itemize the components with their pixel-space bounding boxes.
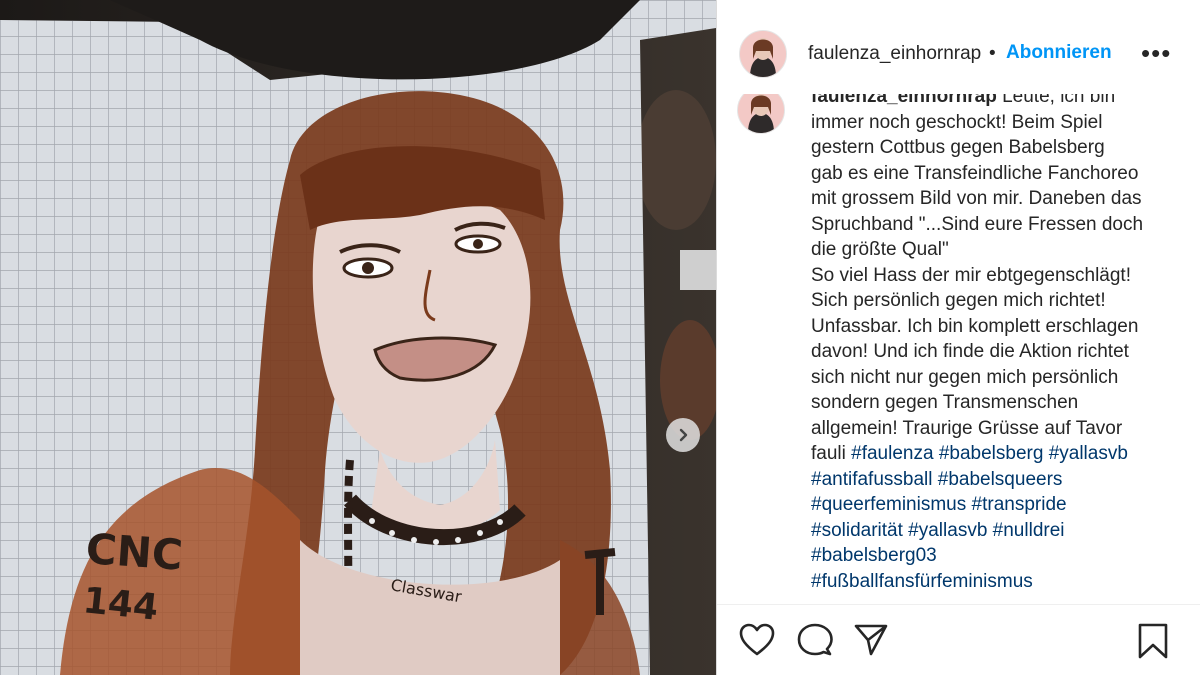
comments-area[interactable]: faulenza_einhornrap Leute, ich bin immer… [717, 94, 1200, 604]
follow-button[interactable]: Abonnieren [1006, 42, 1112, 64]
caption-line: Leute, ich bin [1002, 94, 1116, 107]
caption-line: sondern gegen Transmenschen [811, 392, 1079, 413]
caption-line: allgemein! Traurige Grüsse auf Tavor [811, 417, 1123, 439]
comment-icon [797, 623, 833, 656]
hashtag-link[interactable]: #transpride [972, 494, 1067, 515]
hashtag-link[interactable]: #nulldrei [993, 520, 1065, 541]
caption-line: fauli [811, 443, 846, 464]
caption-line: So viel Hass der mir ebtgegenschlägt! [811, 264, 1131, 286]
avatar[interactable] [739, 30, 787, 78]
avatar-image [740, 31, 786, 77]
hashtag-link[interactable]: #faulenza [851, 443, 933, 464]
like-button[interactable] [739, 623, 775, 662]
chevron-right-icon [679, 428, 688, 442]
hashtag-link[interactable]: #babelsberg03 [811, 545, 937, 566]
caption-line: Unfassbar. Ich bin komplett erschlagen [811, 315, 1139, 337]
save-button[interactable] [1137, 623, 1169, 664]
post-username[interactable]: faulenza_einhornrap [808, 43, 984, 65]
hashtag-link[interactable]: #queerfeminismus [811, 494, 966, 515]
separator-dot: • [989, 43, 996, 64]
hashtag-link[interactable]: #babelsberg [939, 443, 1044, 464]
bookmark-icon [1138, 623, 1168, 659]
share-icon [854, 624, 888, 656]
comment-button[interactable] [797, 623, 833, 662]
more-options-icon[interactable]: ••• [1141, 38, 1171, 69]
heart-icon [739, 623, 775, 656]
hashtag-link[interactable]: #babelsqueers [938, 469, 1063, 490]
caption-line: sich nicht nur gegen mich persönlich [811, 366, 1119, 388]
caption-line: mit grossem Bild von mir. Daneben das [811, 188, 1142, 209]
next-image-button[interactable] [666, 418, 700, 452]
post-image: CNC 144 Classwar [0, 0, 716, 675]
post-header: faulenza_einhornrap • Abonnieren ••• [717, 0, 1200, 94]
share-button[interactable] [853, 623, 889, 662]
hashtag-link[interactable]: #yallasvb [908, 520, 987, 541]
post-caption: faulenza_einhornrap Leute, ich bin immer… [811, 94, 1181, 594]
caption-line: Spruchband "...Sind eure Fressen doch [811, 213, 1144, 235]
caption-avatar[interactable] [737, 94, 785, 134]
post-actions [717, 605, 1200, 675]
hashtag-link[interactable]: #yallasvb [1049, 443, 1128, 464]
post-sidebar: faulenza_einhornrap • Abonnieren ••• fau… [716, 0, 1200, 675]
hashtag-link[interactable]: #antifafussball [811, 469, 932, 490]
hashtag-link[interactable]: #solidarität [811, 520, 903, 541]
svg-text:CNC: CNC [84, 524, 184, 580]
banner-illustration: CNC 144 Classwar [0, 0, 716, 675]
hashtag-link[interactable]: #fußballfansfürfeminismus [811, 571, 1033, 592]
caption-username[interactable]: faulenza_einhornrap [811, 94, 997, 107]
avatar-image [738, 94, 784, 133]
caption-line: gestern Cottbus gegen Babelsberg [811, 137, 1105, 158]
caption-line: Sich persönlich gegen mich richtet! [811, 290, 1106, 311]
caption-line: die größte Qual" [811, 239, 949, 260]
svg-text:144: 144 [81, 580, 160, 629]
caption-line: immer noch geschockt! Beim Spiel [811, 111, 1103, 133]
caption-line: davon! Und ich finde die Aktion richtet [811, 341, 1129, 362]
caption-line: gab es eine Transfeindliche Fanchoreo [811, 162, 1139, 184]
